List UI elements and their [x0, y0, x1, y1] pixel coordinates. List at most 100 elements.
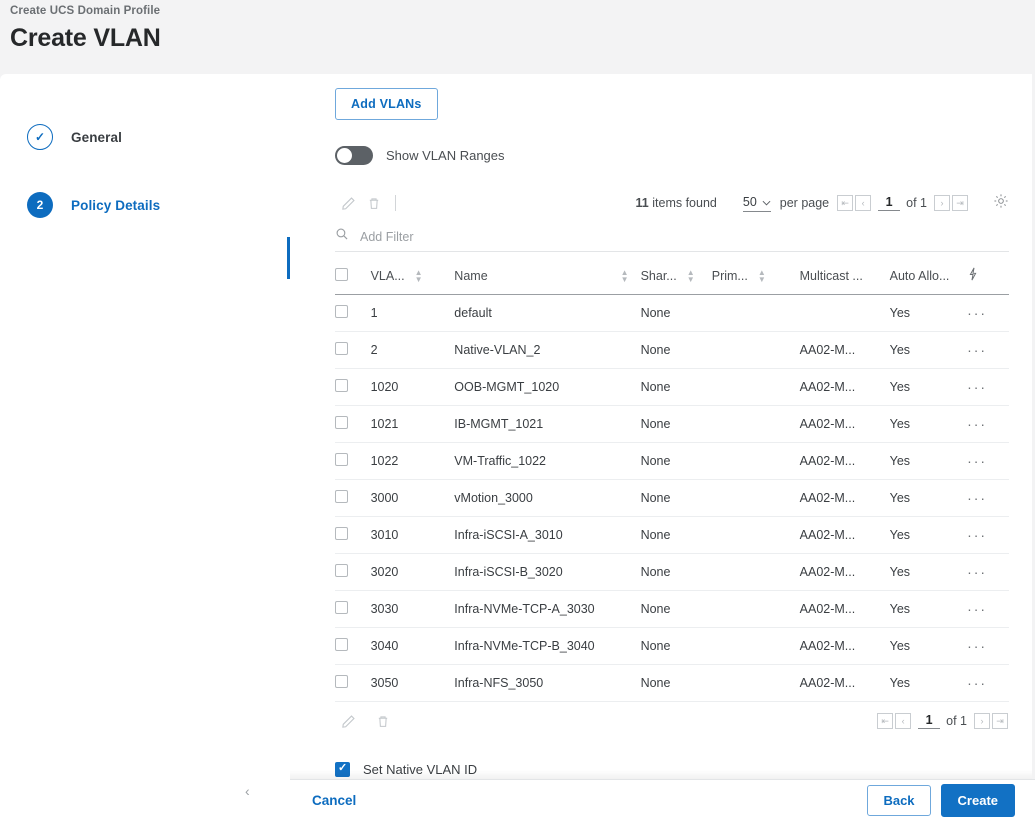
row-actions-menu-icon[interactable]: ···	[967, 527, 987, 543]
column-header-sharing[interactable]: Shar... ▲ ▼	[640, 256, 712, 295]
table-row[interactable]: 1022 VM-Traffic_1022 None AA02-M... Yes ···	[335, 442, 1009, 480]
row-checkbox[interactable]	[335, 527, 348, 540]
cell-name: Native-VLAN_2	[454, 331, 641, 369]
row-checkbox[interactable]	[335, 305, 348, 318]
edit-icon[interactable]	[335, 709, 361, 733]
column-header-primary[interactable]: Prim... ▲ ▼	[711, 256, 800, 295]
cell-auto-allow: Yes	[889, 331, 968, 369]
row-actions-menu-icon[interactable]: ···	[967, 379, 987, 395]
cancel-button[interactable]: Cancel	[312, 793, 356, 808]
row-select-cell	[335, 664, 371, 702]
row-actions-menu-icon[interactable]: ···	[967, 453, 987, 469]
row-actions-menu-icon[interactable]: ···	[967, 305, 987, 321]
table-row[interactable]: 3020 Infra-iSCSI-B_3020 None AA02-M... Yes ··…	[335, 553, 1009, 591]
create-button[interactable]: Create	[940, 784, 1015, 817]
row-actions-cell: ···	[967, 331, 1009, 369]
row-checkbox[interactable]	[335, 379, 348, 392]
add-vlans-button[interactable]: Add VLANs	[335, 88, 438, 120]
trash-icon[interactable]	[361, 191, 387, 215]
sort-icon: ▲ ▼	[757, 267, 766, 284]
page-number-input[interactable]: 1	[918, 713, 941, 729]
edit-icon[interactable]	[335, 191, 361, 215]
table-row[interactable]: 2 Native-VLAN_2 None AA02-M... Yes ···	[335, 331, 1009, 369]
per-page-value: 50	[742, 194, 757, 209]
table-row[interactable]: 3040 Infra-NVMe-TCP-B_3040 None AA02-M... Ye…	[335, 627, 1009, 665]
sort-icon: ▲ ▼	[620, 267, 629, 284]
table-row[interactable]: 3050 Infra-NFS_3050 None AA02-M... Yes ···	[335, 664, 1009, 702]
toolbar-divider	[395, 195, 396, 211]
row-checkbox[interactable]	[335, 638, 348, 651]
sidebar-item-label-policy-details: Policy Details	[71, 197, 161, 213]
per-page-select[interactable]: 50	[742, 194, 771, 212]
filter-input[interactable]	[360, 229, 660, 244]
cell-primary	[711, 479, 800, 517]
cell-auto-allow: Yes	[889, 294, 968, 332]
row-checkbox[interactable]	[335, 416, 348, 429]
cell-name: vMotion_3000	[454, 479, 641, 517]
column-header-name[interactable]: Name ▲ ▼	[454, 256, 641, 295]
cell-vlan-id: 3050	[370, 664, 455, 702]
row-actions-menu-icon[interactable]: ···	[967, 601, 987, 617]
trash-icon[interactable]	[370, 709, 396, 733]
row-actions-menu-icon[interactable]: ···	[967, 638, 987, 654]
row-actions-menu-icon[interactable]: ···	[967, 564, 987, 580]
cell-auto-allow: Yes	[889, 590, 968, 628]
row-select-cell	[335, 553, 371, 591]
column-label-sharing: Shar...	[640, 268, 677, 283]
column-header-multicast[interactable]: Multicast ...	[799, 256, 890, 295]
bottom-pagination: ⇤ ‹ 1 of 1 › ⇥	[876, 713, 1009, 729]
prev-page-button[interactable]: ‹	[895, 713, 912, 729]
cell-name: Infra-NVMe-TCP-B_3040	[454, 627, 641, 665]
first-page-button[interactable]: ⇤	[837, 195, 854, 211]
cell-primary	[711, 368, 800, 406]
cell-name: Infra-iSCSI-A_3010	[454, 516, 641, 554]
cell-name: VM-Traffic_1022	[454, 442, 641, 480]
column-label-primary: Prim...	[711, 268, 748, 283]
first-page-button[interactable]: ⇤	[877, 713, 894, 729]
row-select-cell	[335, 294, 371, 332]
row-checkbox[interactable]	[335, 453, 348, 466]
row-checkbox[interactable]	[335, 490, 348, 503]
sidebar-item-policy-details[interactable]: 2 Policy Details	[0, 185, 290, 225]
cell-multicast: AA02-M...	[799, 479, 890, 517]
page-number-input[interactable]: 1	[878, 195, 901, 211]
next-page-button[interactable]: ›	[974, 713, 990, 729]
prev-page-button[interactable]: ‹	[855, 195, 872, 211]
cell-name: Infra-NFS_3050	[454, 664, 641, 702]
bottom-pagination-bar: ⇤ ‹ 1 of 1 › ⇥	[335, 704, 1009, 738]
cell-name: Infra-iSCSI-B_3020	[454, 553, 641, 591]
table-row[interactable]: 1021 IB-MGMT_1021 None AA02-M... Yes ···	[335, 405, 1009, 443]
cell-vlan-id: 1	[370, 294, 455, 332]
row-checkbox[interactable]	[335, 675, 348, 688]
row-actions-menu-icon[interactable]: ···	[967, 675, 987, 691]
table-row[interactable]: 3010 Infra-iSCSI-A_3010 None AA02-M... Yes ··…	[335, 516, 1009, 554]
table-row[interactable]: 1020 OOB-MGMT_1020 None AA02-M... Yes ···	[335, 368, 1009, 406]
row-actions-menu-icon[interactable]: ···	[967, 342, 987, 358]
table-row[interactable]: 1 default None Yes ···	[335, 294, 1009, 332]
column-header-auto-allow[interactable]: Auto Allo...	[889, 256, 968, 295]
breadcrumb: Create UCS Domain Profile	[10, 5, 161, 17]
row-checkbox[interactable]	[335, 342, 348, 355]
last-page-button[interactable]: ⇥	[952, 195, 968, 211]
row-actions-menu-icon[interactable]: ···	[967, 490, 987, 506]
chevron-left-icon[interactable]: ‹	[245, 783, 250, 799]
search-icon	[335, 227, 349, 246]
column-header-vlan-id[interactable]: VLA... ▲ ▼	[370, 256, 455, 295]
select-all-checkbox[interactable]	[335, 267, 348, 281]
row-checkbox[interactable]	[335, 601, 348, 614]
set-native-vlan-checkbox[interactable]	[335, 761, 350, 777]
row-actions-menu-icon[interactable]: ···	[967, 416, 987, 432]
row-checkbox[interactable]	[335, 564, 348, 577]
row-actions-cell: ···	[967, 405, 1009, 443]
column-label-vlan-id: VLA...	[370, 268, 405, 283]
back-button[interactable]: Back	[867, 785, 931, 816]
cell-vlan-id: 3020	[370, 553, 455, 591]
last-page-button[interactable]: ⇥	[992, 713, 1008, 729]
sidebar-item-general[interactable]: ✓ General	[0, 117, 290, 157]
show-vlan-ranges-toggle[interactable]	[335, 146, 373, 165]
next-page-button[interactable]: ›	[934, 195, 950, 211]
table-row[interactable]: 3000 vMotion_3000 None AA02-M... Yes ···	[335, 479, 1009, 517]
table-row[interactable]: 3030 Infra-NVMe-TCP-A_3030 None AA02-M... Ye…	[335, 590, 1009, 628]
gear-icon[interactable]	[993, 193, 1009, 214]
cell-sharing: None	[640, 442, 712, 480]
